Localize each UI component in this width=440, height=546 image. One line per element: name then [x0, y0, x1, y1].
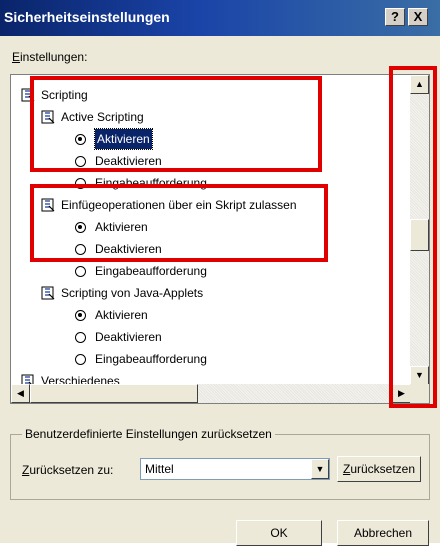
radio-selected-icon[interactable]: [75, 310, 86, 321]
security-settings-dialog: Sicherheitseinstellungen ? X Einstellung…: [0, 0, 440, 546]
tree-item-label: Aktivieren: [95, 308, 148, 322]
scroll-down-button[interactable]: ▼: [410, 366, 429, 385]
cancel-button[interactable]: Abbrechen: [337, 520, 429, 546]
tree-item-label: Aktivieren: [94, 128, 153, 150]
horizontal-scroll-thumb[interactable]: [30, 384, 198, 403]
title-bar[interactable]: Sicherheitseinstellungen ? X: [0, 0, 440, 36]
ok-button[interactable]: OK: [236, 520, 322, 546]
script-settings-icon: [41, 198, 55, 212]
dropdown-arrow-icon[interactable]: ▼: [311, 459, 329, 479]
scroll-up-button[interactable]: ▲: [410, 75, 429, 94]
radio-selected-icon[interactable]: [75, 134, 86, 145]
scrollbar-corner: [410, 384, 429, 403]
vertical-scroll-thumb[interactable]: [410, 219, 429, 251]
settings-label: Einstellungen:: [12, 50, 87, 64]
security-level-select[interactable]: Mittel ▼: [140, 458, 330, 480]
tree-item-label: Scripting von Java-Applets: [61, 286, 204, 300]
tree-item-label: Aktivieren: [95, 220, 148, 234]
script-settings-icon: [41, 286, 55, 300]
tree-item-label: Eingabeaufforderung: [95, 264, 207, 278]
scroll-left-button[interactable]: ◀: [11, 384, 30, 403]
radio-unselected-icon[interactable]: [75, 332, 86, 343]
tree-item-label: Eingabeaufforderung: [95, 352, 207, 366]
vertical-scrollbar[interactable]: ▲ ▼: [410, 75, 429, 385]
tree-item-label: Einfügeoperationen über ein Skript zulas…: [61, 198, 297, 212]
radio-selected-icon[interactable]: [75, 222, 86, 233]
script-settings-icon: [41, 110, 55, 124]
radio-unselected-icon[interactable]: [75, 178, 86, 189]
tree-item-label: Deaktivieren: [95, 330, 162, 344]
tree-item-label: Scripting: [41, 88, 88, 102]
scroll-right-button[interactable]: ▶: [392, 384, 411, 403]
script-settings-icon: [21, 88, 35, 102]
settings-label-mnemonic: E: [12, 50, 21, 64]
security-level-value: Mittel: [145, 462, 174, 476]
tree-item-label: Active Scripting: [61, 110, 144, 124]
radio-unselected-icon[interactable]: [75, 354, 86, 365]
reset-button[interactable]: Zurücksetzen: [337, 456, 421, 482]
radio-unselected-icon[interactable]: [75, 244, 86, 255]
reset-button-text: urücksetzen: [350, 462, 416, 476]
tree-item-label: Deaktivieren: [95, 154, 162, 168]
reset-group-legend: Benutzerdefinierte Einstellungen zurücks…: [22, 427, 275, 441]
reset-to-label: Zurücksetzen zu:: [22, 463, 113, 477]
tree-item-label: Eingabeaufforderung: [95, 176, 207, 190]
reset-to-text: urücksetzen zu:: [29, 463, 114, 477]
horizontal-scrollbar[interactable]: ◀ ▶: [11, 384, 411, 403]
settings-tree[interactable]: Scripting Active Scripting Aktivieren Deakt…: [10, 74, 430, 404]
radio-unselected-icon[interactable]: [75, 156, 86, 167]
close-button[interactable]: X: [408, 8, 428, 26]
tree-item-label: Deaktivieren: [95, 242, 162, 256]
settings-label-text: instellungen:: [20, 50, 88, 64]
help-button[interactable]: ?: [385, 8, 405, 26]
radio-unselected-icon[interactable]: [75, 266, 86, 277]
dialog-title: Sicherheitseinstellungen: [4, 9, 170, 25]
